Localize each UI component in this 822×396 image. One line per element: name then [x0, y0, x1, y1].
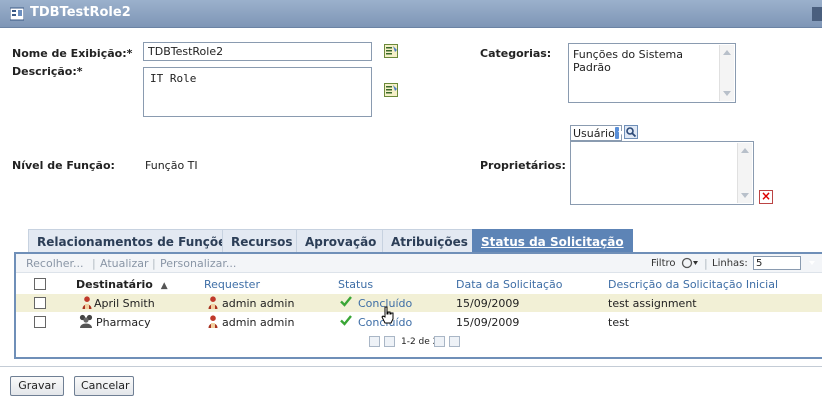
- window-title: TDBTestRole2: [30, 5, 131, 20]
- header-requester[interactable]: Requester: [204, 278, 260, 291]
- first-page-icon[interactable]: [369, 336, 380, 347]
- date-cell: 15/09/2009: [456, 316, 520, 329]
- search-icon[interactable]: [624, 125, 638, 139]
- description-textarea[interactable]: IT Role: [143, 67, 372, 117]
- group-icon: [79, 314, 93, 328]
- owner-type-value: Usuário: [573, 126, 615, 140]
- tab-request-status[interactable]: Status da Solicitação: [472, 229, 633, 253]
- user-icon: [208, 315, 218, 328]
- rows-value: 5: [756, 257, 763, 269]
- header-recipient[interactable]: Destinatário ▲: [76, 278, 168, 291]
- window-titlebar: TDBTestRole2: [0, 0, 822, 28]
- role-icon: [10, 7, 24, 21]
- next-page-icon[interactable]: [434, 336, 445, 347]
- requester-cell: admin admin: [222, 297, 295, 310]
- owners-scrollbar[interactable]: [737, 143, 752, 203]
- row-checkbox[interactable]: [34, 297, 46, 309]
- categories-label: Categorias:: [480, 47, 552, 60]
- categories-scrollbar[interactable]: [719, 45, 734, 101]
- row-checkbox[interactable]: [34, 316, 46, 328]
- user-icon: [82, 296, 92, 309]
- rows-label: Linhas:: [712, 258, 748, 269]
- recipient-cell: April Smith: [94, 297, 155, 310]
- category-item[interactable]: Funções do Sistema: [569, 48, 735, 61]
- collapse-link[interactable]: Recolher...: [26, 257, 84, 270]
- display-name-label: Nome de Exibição:*: [12, 47, 133, 60]
- owners-label: Proprietários:: [480, 159, 566, 172]
- separator: |: [704, 257, 708, 270]
- chevron-down-icon[interactable]: [614, 127, 625, 139]
- requester-cell: admin admin: [222, 316, 295, 329]
- description-cell: test: [608, 316, 630, 329]
- cancel-button[interactable]: Cancelar: [74, 376, 134, 396]
- user-icon: [208, 296, 218, 309]
- filter-label[interactable]: Filtro: [651, 258, 676, 269]
- separator: |: [92, 257, 96, 270]
- separator: |: [152, 257, 156, 270]
- check-icon: [340, 296, 352, 307]
- category-item[interactable]: Padrão: [569, 61, 735, 74]
- sort-ascending-icon: ▲: [160, 281, 168, 291]
- filter-icon[interactable]: [681, 257, 699, 269]
- categories-listbox[interactable]: Funções do Sistema Padrão: [568, 43, 736, 103]
- tab-assignments[interactable]: Atribuições: [382, 229, 477, 253]
- table-row[interactable]: April Smith admin admin Concluído 15/09/…: [16, 294, 822, 312]
- select-all-checkbox[interactable]: [34, 278, 46, 290]
- rows-select[interactable]: 5: [753, 256, 801, 270]
- tab-resources[interactable]: Recursos: [222, 229, 302, 253]
- header-status[interactable]: Status: [338, 278, 373, 291]
- owners-listbox[interactable]: [570, 141, 754, 205]
- customize-link[interactable]: Personalizar...: [160, 257, 236, 270]
- prev-page-icon[interactable]: [384, 336, 395, 347]
- table-row[interactable]: Pharmacy admin admin Concluído 15/09/200…: [16, 313, 822, 331]
- owner-type-select[interactable]: Usuário: [570, 125, 625, 141]
- localize-icon[interactable]: [384, 44, 398, 58]
- panel-toolbar: Recolher... | Atualizar | Personalizar..…: [16, 254, 822, 273]
- save-button[interactable]: Gravar: [10, 376, 64, 396]
- header-description[interactable]: Descrição da Solicitação Inicial: [608, 278, 778, 291]
- description-label: Descrição:*: [12, 65, 83, 78]
- role-level-value: Função TI: [145, 159, 198, 172]
- tab-approval[interactable]: Aprovação: [296, 229, 386, 253]
- hand-cursor-icon: [381, 306, 394, 324]
- divider: [0, 366, 822, 367]
- request-status-panel: Recolher... | Atualizar | Personalizar..…: [14, 252, 822, 359]
- display-name-input[interactable]: [143, 42, 372, 61]
- remove-owner-icon[interactable]: ×: [759, 190, 773, 204]
- check-icon: [340, 315, 352, 326]
- last-page-icon[interactable]: [449, 336, 460, 347]
- description-cell: test assignment: [608, 297, 697, 310]
- date-cell: 15/09/2009: [456, 297, 520, 310]
- localize-icon[interactable]: [384, 83, 398, 97]
- role-level-label: Nível de Função:: [12, 159, 115, 172]
- pager-text: 1-2 de 2: [401, 337, 439, 347]
- recipient-cell: Pharmacy: [96, 316, 151, 329]
- header-date[interactable]: Data da Solicitação: [456, 278, 562, 291]
- window-control[interactable]: [812, 7, 822, 21]
- tab-role-relationships[interactable]: Relacionamentos de Funções: [28, 229, 243, 253]
- refresh-link[interactable]: Atualizar: [100, 257, 149, 270]
